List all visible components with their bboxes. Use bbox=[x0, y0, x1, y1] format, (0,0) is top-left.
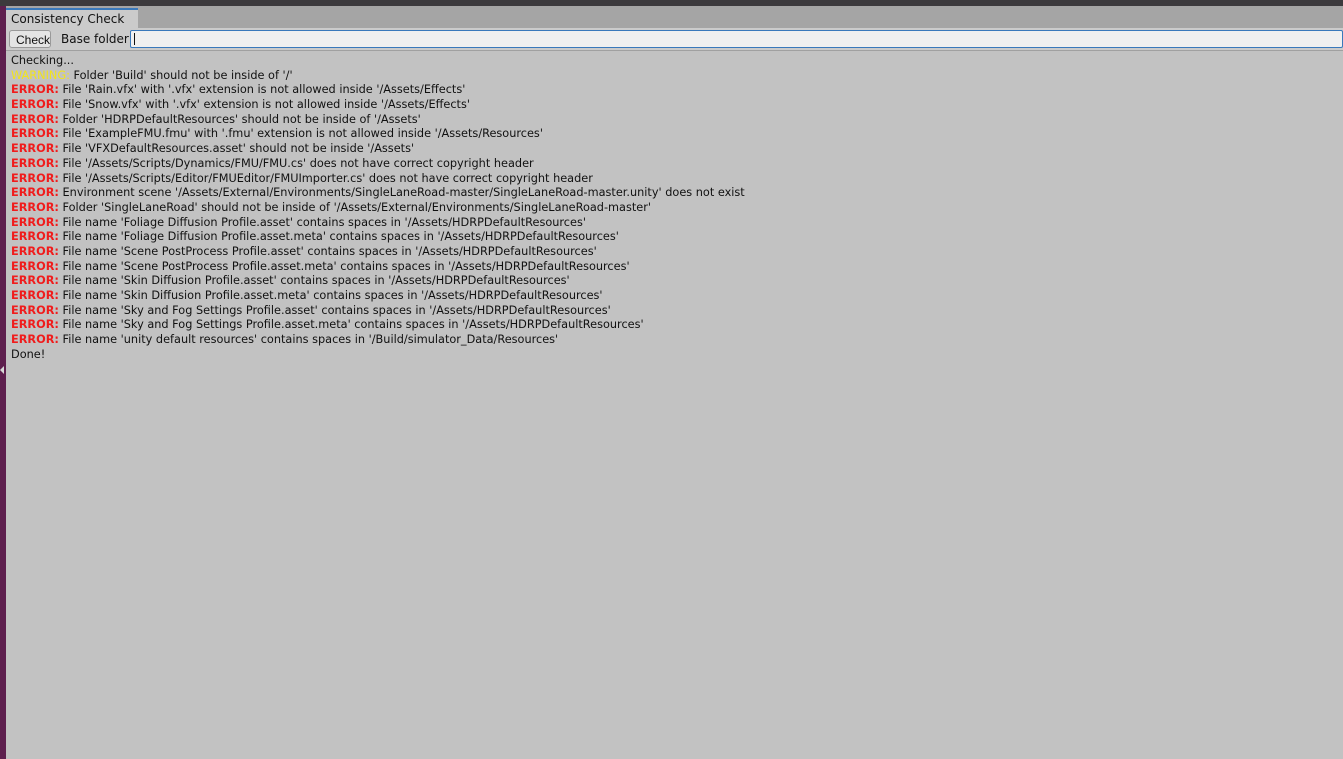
tab-consistency-check[interactable]: Consistency Check bbox=[6, 8, 139, 28]
log-entry: ERROR: File name 'Foliage Diffusion Prof… bbox=[11, 216, 1331, 231]
log-entry: ERROR: Folder 'SingleLaneRoad' should no… bbox=[11, 201, 1331, 216]
error-level-label: ERROR: bbox=[11, 318, 59, 332]
error-level-label: ERROR: bbox=[11, 244, 59, 258]
error-level-label: ERROR: bbox=[11, 230, 59, 244]
log-message: File name 'Sky and Fog Settings Profile.… bbox=[58, 318, 644, 332]
log-entry: ERROR: File name 'Skin Diffusion Profile… bbox=[11, 274, 1331, 289]
error-level-label: ERROR: bbox=[11, 156, 59, 170]
log-entry: ERROR: File name 'Scene PostProcess Prof… bbox=[11, 260, 1331, 275]
log-entry: ERROR: Folder 'HDRPDefaultResources' sho… bbox=[11, 113, 1331, 128]
log-entry: ERROR: File '/Assets/Scripts/Editor/FMUE… bbox=[11, 172, 1331, 187]
log-message: File name 'Scene PostProcess Profile.ass… bbox=[58, 259, 630, 273]
log-entry: ERROR: File name 'Sky and Fog Settings P… bbox=[11, 318, 1331, 333]
log-entry: ERROR: File 'VFXDefaultResources.asset' … bbox=[11, 142, 1331, 157]
log-header: Checking... bbox=[11, 54, 74, 67]
check-button[interactable]: Check bbox=[9, 30, 51, 48]
warning-level-label: WARNING: bbox=[11, 68, 70, 82]
error-level-label: ERROR: bbox=[11, 289, 59, 302]
log-message: File name 'unity default resources' cont… bbox=[58, 333, 559, 347]
error-level-label: ERROR: bbox=[11, 171, 59, 185]
text-caret bbox=[134, 33, 135, 45]
log-message: File 'Rain.vfx' with '.vfx' extension is… bbox=[58, 83, 466, 97]
log-message: Folder 'HDRPDefaultResources' should not… bbox=[58, 112, 421, 126]
log-entry: WARNING: Folder 'Build' should not be in… bbox=[11, 69, 1331, 84]
log-entry: ERROR: File 'Snow.vfx' with '.vfx' exten… bbox=[11, 98, 1331, 113]
log-message: Folder 'Build' should not be inside of '… bbox=[69, 68, 293, 82]
error-level-label: ERROR: bbox=[11, 127, 59, 141]
log-entry: ERROR: File 'ExampleFMU.fmu' with '.fmu'… bbox=[11, 127, 1331, 142]
log-message: File name 'Skin Diffusion Profile.asset'… bbox=[58, 274, 570, 288]
log-message: File 'VFXDefaultResources.asset' should … bbox=[58, 142, 415, 156]
error-level-label: ERROR: bbox=[11, 259, 59, 273]
error-level-label: ERROR: bbox=[11, 200, 59, 214]
log-entry: ERROR: File '/Assets/Scripts/Dynamics/FM… bbox=[11, 157, 1331, 172]
log-entry: ERROR: File name 'Skin Diffusion Profile… bbox=[11, 289, 1331, 304]
log-message: File name 'Skin Diffusion Profile.asset.… bbox=[58, 289, 603, 302]
error-level-label: ERROR: bbox=[11, 98, 59, 112]
log-entry: ERROR: File name 'Foliage Diffusion Prof… bbox=[11, 230, 1331, 245]
error-level-label: ERROR: bbox=[11, 112, 59, 126]
log-message: File name 'Sky and Fog Settings Profile.… bbox=[58, 303, 611, 317]
log-message: File '/Assets/Scripts/Dynamics/FMU/FMU.c… bbox=[58, 156, 534, 170]
log-message: File 'Snow.vfx' with '.vfx' extension is… bbox=[58, 98, 470, 112]
log-entries: WARNING: Folder 'Build' should not be in… bbox=[11, 69, 1331, 348]
screen: Consistency Check Check Base folder: Che… bbox=[0, 0, 1343, 759]
log-message: File name 'Foliage Diffusion Profile.ass… bbox=[58, 215, 586, 229]
error-level-label: ERROR: bbox=[11, 83, 59, 97]
log-footer: Done! bbox=[11, 347, 46, 361]
log-output: Checking... WARNING: Folder 'Build' shou… bbox=[11, 54, 1331, 362]
log-message: File '/Assets/Scripts/Editor/FMUEditor/F… bbox=[58, 171, 593, 185]
log-entry: ERROR: File name 'Sky and Fog Settings P… bbox=[11, 304, 1331, 319]
log-entry: ERROR: File 'Rain.vfx' with '.vfx' exten… bbox=[11, 83, 1331, 98]
log-message: Environment scene '/Assets/External/Envi… bbox=[58, 186, 745, 200]
error-level-label: ERROR: bbox=[11, 274, 59, 288]
log-message: File name 'Scene PostProcess Profile.ass… bbox=[58, 244, 597, 258]
toolbar: Check Base folder: bbox=[6, 28, 1343, 51]
log-entry: ERROR: Environment scene '/Assets/Extern… bbox=[11, 186, 1331, 201]
log-message: Folder 'SingleLaneRoad' should not be in… bbox=[58, 200, 651, 214]
error-level-label: ERROR: bbox=[11, 303, 59, 317]
base-folder-input[interactable] bbox=[130, 30, 1343, 48]
log-message: File 'ExampleFMU.fmu' with '.fmu' extens… bbox=[58, 127, 543, 141]
tab-bar: Consistency Check bbox=[6, 6, 1343, 29]
consistency-check-window: Consistency Check Check Base folder: Che… bbox=[6, 6, 1343, 759]
collapse-arrow-icon[interactable] bbox=[0, 366, 4, 374]
log-entry: ERROR: File name 'unity default resource… bbox=[11, 333, 1331, 348]
log-message: File name 'Foliage Diffusion Profile.ass… bbox=[58, 230, 619, 244]
base-folder-label: Base folder: bbox=[61, 32, 133, 46]
error-level-label: ERROR: bbox=[11, 186, 59, 200]
log-entry: ERROR: File name 'Scene PostProcess Prof… bbox=[11, 245, 1331, 260]
error-level-label: ERROR: bbox=[11, 215, 59, 229]
error-level-label: ERROR: bbox=[11, 333, 59, 347]
error-level-label: ERROR: bbox=[11, 142, 59, 156]
